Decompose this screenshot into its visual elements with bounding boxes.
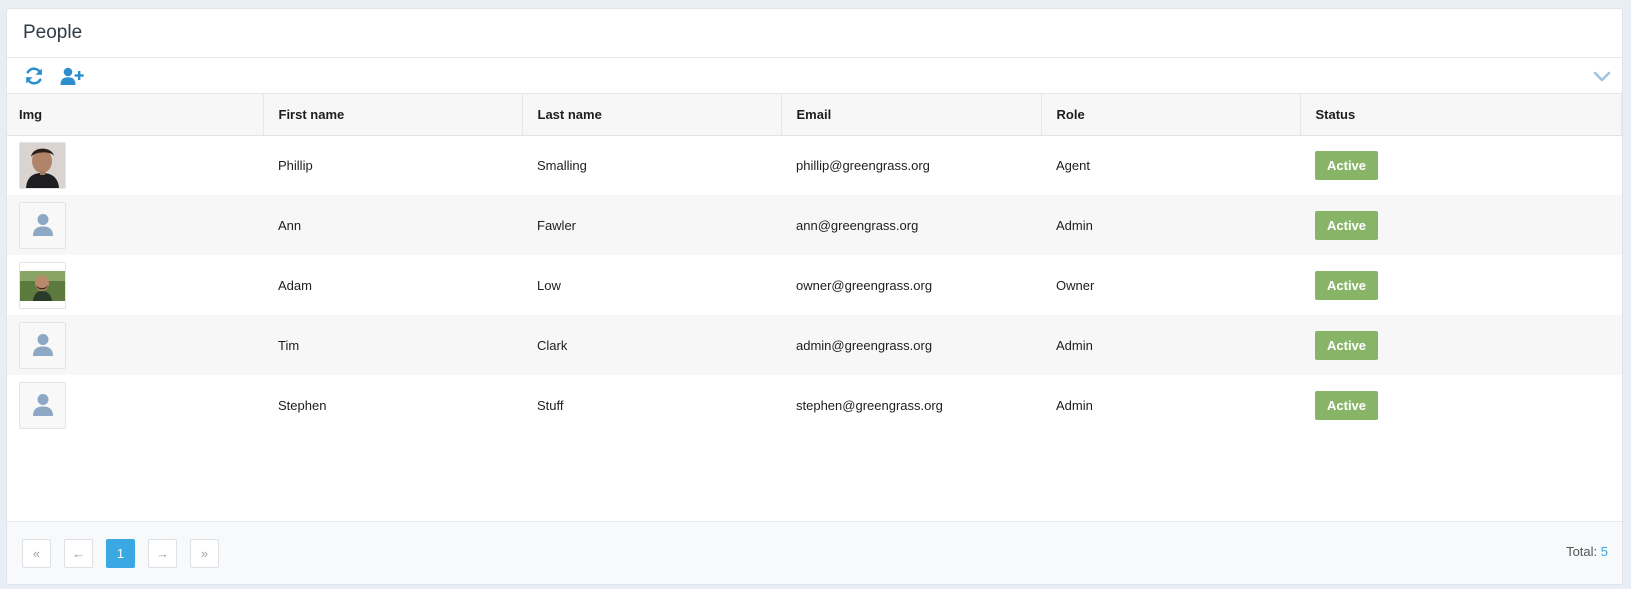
total-count: Total: 5: [1566, 544, 1608, 559]
people-panel: People Img First name Last name Email Ro…: [6, 8, 1623, 585]
page-number: 1: [116, 545, 125, 561]
cell-email: stephen@greengrass.org: [796, 397, 943, 413]
cell-first-name: Tim: [278, 337, 300, 353]
cell-email: ann@greengrass.org: [796, 217, 919, 233]
cell-first-name: Adam: [278, 277, 312, 293]
people-table: Img First name Last name Email Role Stat…: [7, 94, 1622, 435]
user-placeholder-icon: [32, 214, 53, 236]
cell-role: Owner: [1056, 277, 1095, 293]
column-header-email[interactable]: Email: [781, 94, 1042, 136]
cell-role: Agent: [1056, 157, 1090, 173]
table-row[interactable]: Tim Clark admin@greengrass.org Admin Act…: [7, 315, 1622, 375]
avatar: [19, 381, 66, 429]
first-page-button[interactable]: «: [22, 538, 51, 568]
user-placeholder-icon: [32, 394, 53, 416]
add-user-icon: [60, 67, 84, 85]
status-badge[interactable]: Active: [1315, 210, 1379, 240]
add-user-button[interactable]: [59, 63, 85, 89]
cell-first-name: Phillip: [278, 157, 313, 173]
cell-last-name: Clark: [537, 337, 568, 353]
avatar: [19, 321, 66, 369]
refresh-button[interactable]: [21, 63, 47, 89]
status-badge[interactable]: Active: [1315, 390, 1379, 420]
cell-last-name: Smalling: [537, 157, 587, 173]
last-page-button[interactable]: »: [190, 538, 219, 568]
column-header-status[interactable]: Status: [1300, 94, 1622, 136]
table-row[interactable]: Ann Fawler ann@greengrass.org Admin Acti…: [7, 195, 1622, 255]
column-header-img[interactable]: Img: [7, 94, 264, 136]
next-page-button[interactable]: →: [148, 538, 177, 568]
column-header-last-name[interactable]: Last name: [522, 94, 782, 136]
status-badge[interactable]: Active: [1315, 150, 1379, 180]
status-badge[interactable]: Active: [1315, 330, 1379, 360]
toolbar: [7, 58, 1622, 94]
refresh-icon: [26, 66, 42, 85]
double-chevron-right-icon: »: [200, 545, 209, 561]
avatar: [19, 141, 66, 189]
cell-role: Admin: [1056, 397, 1093, 413]
table-row[interactable]: Stephen Stuff stephen@greengrass.org Adm…: [7, 375, 1622, 435]
arrow-right-icon: →: [156, 545, 169, 561]
column-header-role[interactable]: Role: [1041, 94, 1301, 136]
collapse-button[interactable]: [1590, 65, 1614, 89]
cell-role: Admin: [1056, 217, 1093, 233]
total-label: Total:: [1566, 544, 1598, 559]
arrow-left-icon: ←: [72, 545, 85, 561]
page-title: People: [23, 22, 83, 43]
cell-last-name: Fawler: [537, 217, 577, 233]
table-row[interactable]: Adam Low owner@greengrass.org Owner Acti…: [7, 255, 1622, 315]
double-chevron-left-icon: «: [32, 545, 41, 561]
avatar: [19, 261, 66, 309]
total-value: 5: [1600, 544, 1608, 559]
cell-role: Admin: [1056, 337, 1093, 353]
user-photo: [20, 262, 65, 308]
panel-header: People: [7, 9, 1622, 58]
column-header-first-name[interactable]: First name: [263, 94, 523, 136]
cell-email: owner@greengrass.org: [796, 277, 933, 293]
table-row[interactable]: Phillip Smalling phillip@greengrass.org …: [7, 135, 1622, 195]
pagination-bar: « ← 1 → » Total: 5: [7, 521, 1622, 584]
cell-first-name: Stephen: [278, 397, 327, 413]
avatar: [19, 201, 66, 249]
chevron-down-icon: [1593, 71, 1611, 82]
cell-last-name: Stuff: [537, 397, 564, 413]
cell-email: admin@greengrass.org: [796, 337, 933, 353]
status-badge[interactable]: Active: [1315, 270, 1379, 300]
cell-email: phillip@greengrass.org: [796, 157, 930, 173]
cell-last-name: Low: [537, 277, 561, 293]
page-1-button[interactable]: 1: [106, 538, 135, 568]
user-placeholder-icon: [32, 334, 53, 356]
prev-page-button[interactable]: ←: [64, 538, 93, 568]
table-header-row: Img First name Last name Email Role Stat…: [7, 94, 1622, 136]
cell-first-name: Ann: [278, 217, 302, 233]
user-photo: [20, 142, 65, 188]
